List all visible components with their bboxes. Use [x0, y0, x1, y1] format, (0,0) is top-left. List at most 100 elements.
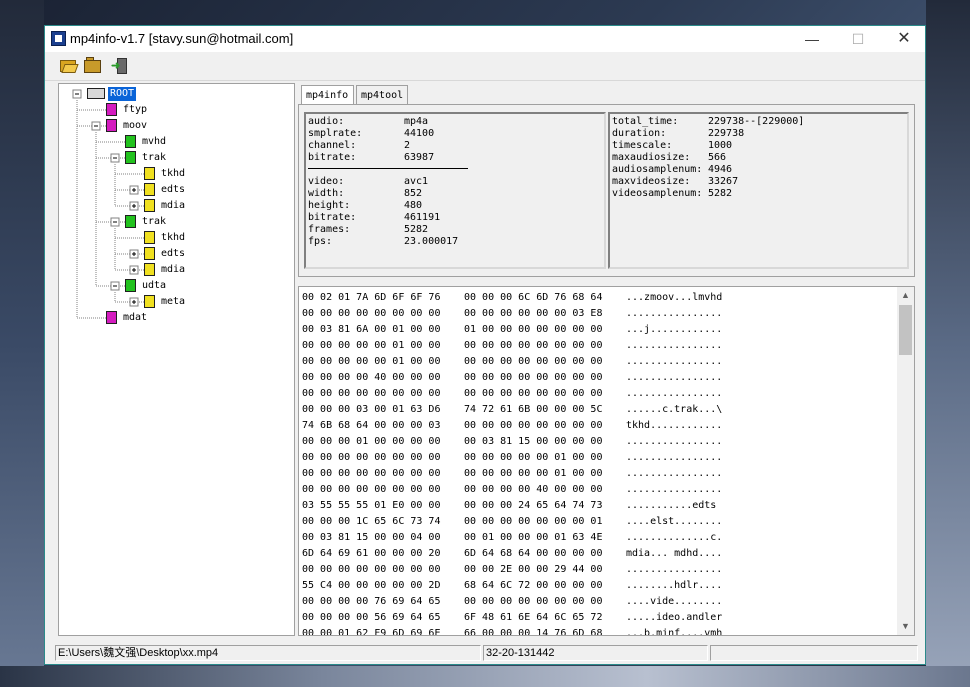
hex-bytes: 74 6B 68 64 00 00 00 03 [302, 420, 441, 431]
info-key: bitrate: [308, 212, 357, 223]
atom-node-icon [106, 103, 117, 116]
scroll-thumb[interactable] [899, 305, 912, 355]
scroll-down-icon[interactable]: ▼ [897, 618, 914, 635]
atom-node-icon [144, 231, 155, 244]
info-row: bitrate: 63987 [308, 152, 434, 164]
hex-scrollbar[interactable]: ▲ ▼ [897, 287, 914, 635]
hex-ascii: ....vide........ [626, 596, 723, 607]
hex-bytes: 00 00 00 00 00 00 00 00 [464, 596, 603, 607]
info-key: channel: [308, 140, 357, 151]
save-file-button[interactable] [83, 56, 103, 76]
hex-bytes: 03 55 55 55 01 E0 00 00 [302, 500, 441, 511]
tree-node-label[interactable]: tkhd [161, 231, 185, 245]
hex-bytes: 00 00 00 00 00 00 00 00 [464, 372, 603, 383]
tree-node-label[interactable]: tkhd [161, 167, 185, 181]
app-icon [51, 31, 66, 46]
hex-bytes: 00 03 81 15 00 00 00 00 [464, 436, 603, 447]
tree-node-label[interactable]: mvhd [142, 135, 166, 149]
info-key: timescale: [612, 140, 673, 151]
tree-node-label[interactable]: edts [161, 247, 185, 261]
tree-node-label[interactable]: ROOT [108, 87, 137, 101]
tree-node-label[interactable]: mdat [123, 311, 147, 325]
atom-node-icon [144, 199, 155, 212]
info-row: width: 852 [308, 188, 422, 200]
hex-bytes: 00 00 00 00 00 00 00 00 [464, 420, 603, 431]
info-value: 852 [404, 188, 423, 199]
hex-bytes: 00 00 00 00 40 00 00 00 [464, 484, 603, 495]
info-row: bitrate: 461191 [308, 212, 440, 224]
tree-node-label[interactable]: udta [142, 279, 166, 293]
hex-bytes: 68 64 6C 72 00 00 00 00 [464, 580, 603, 591]
info-row: videosamplenum: 5282 [612, 188, 732, 200]
tree-node-label[interactable]: trak [142, 151, 166, 165]
hex-ascii: ................ [626, 436, 723, 447]
tree-node-label[interactable]: mdia [161, 199, 185, 213]
info-row: video: avc1 [308, 176, 428, 188]
hex-bytes: 00 00 00 00 00 00 00 00 [302, 468, 441, 479]
tab-mp4info[interactable]: mp4info [301, 85, 354, 105]
info-row: fps: 23.000017 [308, 236, 458, 248]
hex-bytes: 00 00 00 00 00 00 00 00 [302, 308, 441, 319]
atom-node-icon [125, 135, 136, 148]
title-bar[interactable]: mp4info-v1.7 [stavy.sun@hotmail.com] — ☐… [45, 26, 925, 52]
hex-bytes: 00 00 00 00 40 00 00 00 [302, 372, 441, 383]
hex-bytes: 00 00 00 00 00 00 00 00 [302, 452, 441, 463]
hex-ascii: ................ [626, 388, 723, 399]
minimize-button[interactable]: — [789, 26, 835, 52]
info-row: channel: 2 [308, 140, 410, 152]
exit-button[interactable]: ➜ [111, 56, 131, 76]
info-row: smplrate: 44100 [308, 128, 434, 140]
atom-node-icon [144, 295, 155, 308]
hex-ascii: .....ideo.andler [626, 612, 723, 623]
atom-node-icon [106, 119, 117, 132]
info-value: 229738 [708, 128, 745, 139]
info-row: audio: mp4a [308, 116, 428, 128]
tree-node-label[interactable]: moov [123, 119, 147, 133]
maximize-button[interactable]: ☐ [835, 26, 881, 52]
toolbar: ➜ [45, 52, 925, 81]
hex-view[interactable]: 00 00 01 62 F9 6D 69 6E 66 00 00 00 14 76… [298, 286, 915, 636]
hex-ascii: ................ [626, 564, 723, 575]
hex-bytes: 00 00 00 6C 6D 76 68 64 [464, 292, 603, 303]
tree-node-label[interactable]: meta [161, 295, 185, 309]
hex-bytes: 6D 64 69 61 00 00 00 20 [302, 548, 441, 559]
hex-bytes: 74 72 61 6B 00 00 00 5C [464, 404, 603, 415]
atom-node-icon [125, 151, 136, 164]
hex-bytes: 00 00 00 00 76 69 64 65 [302, 596, 441, 607]
hex-bytes: 00 00 00 24 65 64 74 73 [464, 500, 603, 511]
atom-node-icon [144, 183, 155, 196]
info-row: duration: 229738 [612, 128, 744, 140]
tree-node-label[interactable]: trak [142, 215, 166, 229]
info-value: 5282 [404, 224, 429, 235]
hex-bytes: 00 00 00 00 00 00 00 01 [464, 516, 603, 527]
hex-ascii: ................ [626, 372, 723, 383]
hex-bytes: 6D 64 68 64 00 00 00 00 [464, 548, 603, 559]
info-row: height: 480 [308, 200, 422, 212]
root-node-icon [87, 88, 105, 99]
tree-node-label[interactable]: ftyp [123, 103, 147, 117]
hex-ascii: ................ [626, 356, 723, 367]
hex-bytes: 00 00 01 62 F9 6D 69 6E [302, 628, 441, 636]
hex-bytes: 00 00 00 00 00 00 00 00 [464, 340, 603, 351]
timing-info-box: total_time: 229738--[229000] duration: 2297… [608, 112, 909, 269]
hex-bytes: 00 03 81 15 00 00 04 00 [302, 532, 441, 543]
info-value: 1000 [708, 140, 733, 151]
hex-ascii: ...b.minf....vmh [626, 628, 723, 636]
hex-bytes: 00 02 01 7A 6D 6F 6F 76 [302, 292, 441, 303]
tree-node-label[interactable]: mdia [161, 263, 185, 277]
hex-ascii: ...zmoov...lmvhd [626, 292, 723, 303]
open-file-button[interactable] [59, 56, 79, 76]
scroll-up-icon[interactable]: ▲ [897, 287, 914, 304]
atom-tree-view[interactable]: ROOT ftyp moov mvhd trak tkhd edts mdia trak tkhd… [58, 83, 295, 636]
tree-node-label[interactable]: edts [161, 183, 185, 197]
hex-ascii: ................ [626, 484, 723, 495]
tab-mp4tool[interactable]: mp4tool [356, 85, 408, 104]
atom-node-icon [144, 247, 155, 260]
info-value: 480 [404, 200, 423, 211]
desktop-background-right [926, 0, 970, 687]
info-value: 63987 [404, 152, 435, 163]
close-button[interactable]: ✕ [881, 26, 927, 52]
hex-bytes: 00 00 00 01 00 00 00 00 [302, 436, 441, 447]
hex-bytes: 00 00 00 03 00 01 63 D6 [302, 404, 441, 415]
info-key: videosamplenum: [612, 188, 703, 199]
